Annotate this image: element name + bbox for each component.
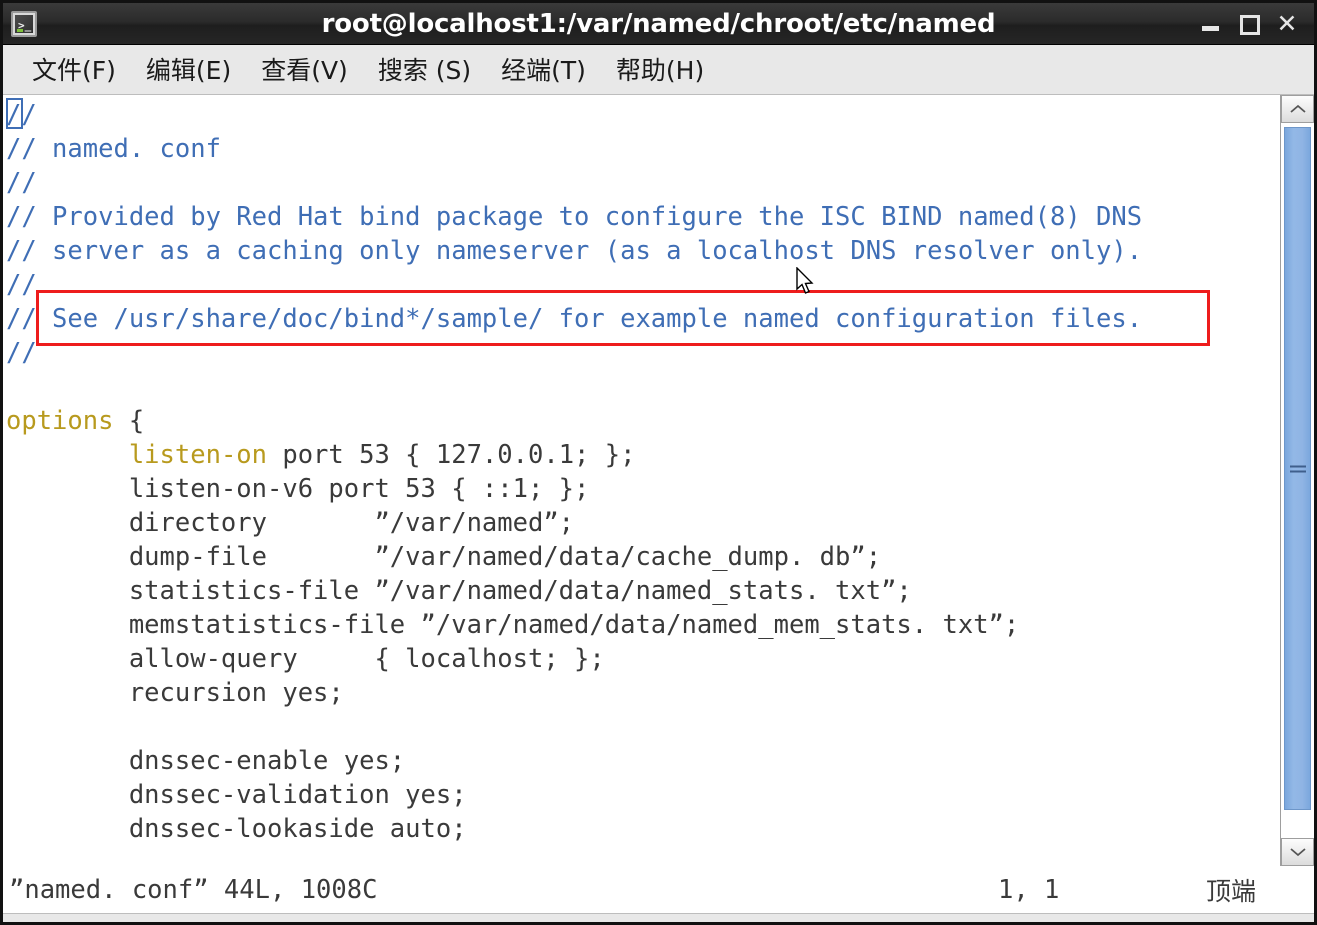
scroll-down-button[interactable] (1281, 838, 1314, 866)
editor-token: listen-on (128, 440, 267, 470)
window-controls: ✕ (1200, 11, 1308, 36)
editor-token: dnssec-validation yes; (6, 780, 467, 810)
editor-token: dump-file ”/var/named/data/cache_dump. d… (6, 542, 882, 572)
status-cursor-position: 1, 1 (998, 875, 1060, 905)
vertical-scrollbar[interactable] (1280, 95, 1314, 866)
scrollbar-thumb[interactable] (1284, 127, 1311, 810)
editor-text[interactable]: // // named. conf // // Provided by Red Hat… (6, 95, 1280, 846)
terminal-icon: >_ (11, 10, 37, 37)
editor-token: listen-on-v6 port 53 { ::1; }; (6, 474, 590, 504)
editor-token: recursion yes; (6, 678, 344, 708)
editor-line: dump-file ”/var/named/data/cache_dump. d… (6, 540, 1280, 574)
terminal-window: >_ root@localhost1:/var/named/chroot/etc… (0, 0, 1317, 925)
editor-token (6, 440, 129, 470)
editor-line: dnssec-validation yes; (6, 778, 1280, 812)
status-scroll-state: 顶端 (1206, 877, 1257, 906)
editor-line: // (6, 336, 1280, 370)
editor-line: // named. conf (6, 132, 1280, 166)
menu-item-file[interactable]: 文件(F) (17, 49, 131, 91)
menu-item-view[interactable]: 查看(V) (246, 49, 363, 91)
status-file-info: ”named. conf” 44L, 1008C (9, 875, 378, 905)
menu-bar: 文件(F) 编辑(E) 查看(V) 搜索 (S) 经端(T) 帮助(H) (3, 45, 1314, 95)
editor-token: directory ”/var/named”; (6, 508, 575, 538)
status-bar: ”named. conf” 44L, 1008C 1, 1 顶端 (3, 866, 1314, 913)
editor-line: memstatistics-file ”/var/named/data/name… (6, 608, 1280, 642)
editor-line: listen-on-v6 port 53 { ::1; }; (6, 472, 1280, 506)
menu-item-search[interactable]: 搜索 (S) (363, 49, 486, 91)
chevron-up-icon (1289, 104, 1306, 113)
window-title: root@localhost1:/var/named/chroot/etc/na… (321, 8, 996, 39)
editor-token: // Provided by Red Hat bind package to c… (6, 202, 1143, 232)
editor-token: // (6, 338, 37, 368)
editor-line: // server as a caching only nameserver (… (6, 234, 1280, 268)
editor-token: { (113, 406, 145, 436)
minimize-button[interactable] (1200, 13, 1222, 35)
editor-token: dnssec-lookaside auto; (6, 814, 467, 844)
editor-line: // Provided by Red Hat bind package to c… (6, 200, 1280, 234)
editor-line: // See /usr/share/doc/bind*/sample/ for … (6, 302, 1280, 336)
grip-lines-icon (1289, 462, 1306, 475)
close-button[interactable]: ✕ (1276, 11, 1298, 36)
chevron-down-icon (1289, 848, 1306, 857)
menu-item-edit[interactable]: 编辑(E) (131, 49, 246, 91)
editor-token: options (6, 406, 114, 436)
editor-token: allow-query { localhost; }; (6, 644, 605, 674)
editor-line: allow-query { localhost; }; (6, 642, 1280, 676)
editor-token: // server as a caching only nameserver (… (6, 236, 1143, 266)
editor-line: dnssec-enable yes; (6, 744, 1280, 778)
title-bar: >_ root@localhost1:/var/named/chroot/etc… (3, 3, 1314, 45)
editor-token: // (6, 270, 37, 300)
editor-token: dnssec-enable yes; (6, 746, 406, 776)
scroll-up-button[interactable] (1281, 95, 1314, 123)
editor-token: // named. conf (6, 134, 221, 164)
editor-line: listen-on port 53 { 127.0.0.1; }; (6, 438, 1280, 472)
editor-line: statistics-file ”/var/named/data/named_s… (6, 574, 1280, 608)
editor-token: // See /usr/share/doc/bind*/sample/ for … (6, 304, 1143, 334)
editor-line: // (6, 166, 1280, 200)
scrollbar-track[interactable] (1281, 123, 1314, 838)
editor-token: port 53 { 127.0.0.1; }; (267, 440, 636, 470)
editor-line: // (6, 268, 1280, 302)
terminal-screen[interactable]: // // named. conf // // Provided by Red Hat… (3, 95, 1280, 866)
editor-token: statistics-file ”/var/named/data/named_s… (6, 576, 912, 606)
editor-token: // (6, 100, 37, 130)
menu-item-help[interactable]: 帮助(H) (601, 49, 719, 91)
editor-line: directory ”/var/named”; (6, 506, 1280, 540)
terminal-body: // // named. conf // // Provided by Red Hat… (3, 95, 1314, 866)
maximize-button[interactable] (1238, 13, 1260, 35)
terminal-icon-cursor (17, 28, 23, 32)
editor-token: // (6, 168, 37, 198)
editor-line: // (6, 98, 1280, 132)
window-bottom-edge (3, 913, 1314, 922)
editor-token: memstatistics-file ”/var/named/data/name… (6, 610, 1020, 640)
menu-item-terminal[interactable]: 经端(T) (486, 49, 601, 91)
editor-line: options { (6, 404, 1280, 438)
editor-line: recursion yes; (6, 676, 1280, 710)
editor-line: dnssec-lookaside auto; (6, 812, 1280, 846)
